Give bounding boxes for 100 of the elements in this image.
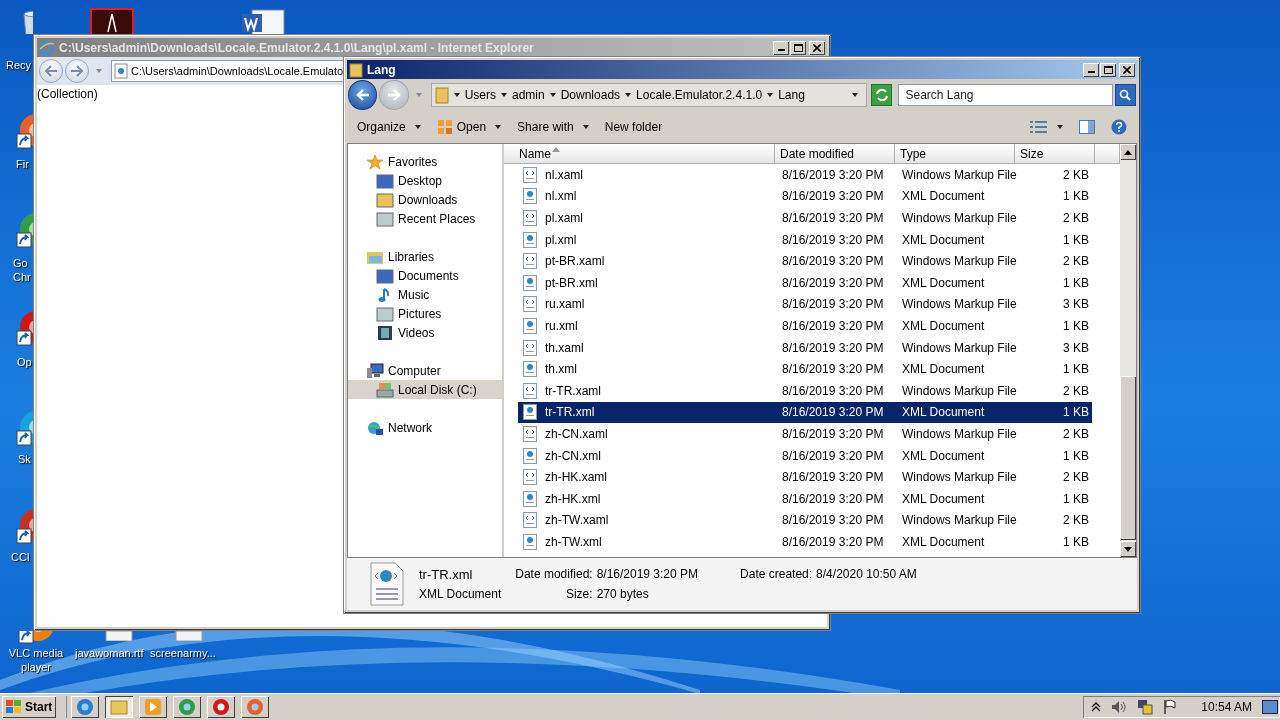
file-row[interactable]: zh-CN.xaml 8/16/2019 3:20 PM Windows Markup File 2 KB — [518, 423, 1092, 445]
chevron-up-icon[interactable] — [1091, 702, 1102, 712]
close-button[interactable] — [1119, 62, 1135, 77]
caret-icon[interactable] — [453, 93, 460, 97]
column-header[interactable]: Size — [1015, 144, 1095, 164]
file-row[interactable]: zh-TW.xml 8/16/2019 3:20 PM XML Document 1 KB — [518, 531, 1092, 553]
column-header[interactable]: Type — [895, 144, 1015, 164]
nav-item[interactable]: Videos — [348, 323, 502, 342]
caret-icon[interactable] — [625, 93, 632, 97]
show-desktop-button[interactable] — [1262, 700, 1278, 714]
nav-item[interactable]: Downloads — [348, 190, 502, 209]
caret-icon[interactable] — [501, 93, 507, 97]
nav-item[interactable]: Recent Places — [348, 209, 502, 228]
breadcrumb-item[interactable]: admin — [512, 88, 545, 102]
taskbar-app-button[interactable] — [207, 696, 236, 718]
date-cell-text: 8/16/2019 3:20 PM — [781, 470, 885, 485]
scroll-down-icon[interactable] — [1120, 541, 1136, 557]
taskbar-app-button[interactable] — [241, 696, 270, 718]
folder-icon — [376, 210, 394, 227]
scroll-thumb[interactable] — [1120, 376, 1136, 540]
file-row[interactable]: zh-HK.xml 8/16/2019 3:20 PM XML Document 1 KB — [518, 487, 1092, 510]
speaker-icon[interactable] — [1111, 700, 1128, 714]
folder-icon — [376, 172, 394, 189]
file-row[interactable]: pl.xaml 8/16/2019 3:20 PM Windows Markup File 2 KB — [518, 207, 1092, 229]
file-row[interactable]: pl.xml 8/16/2019 3:20 PM XML Document 1 KB — [518, 228, 1092, 251]
breadcrumb-item[interactable]: Locale.Emulator.2.4.1.0 — [636, 88, 763, 102]
search-button[interactable] — [1114, 84, 1136, 106]
breadcrumb-item[interactable]: Users — [464, 88, 496, 102]
sort-arrow-icon — [552, 147, 560, 152]
caret-icon[interactable] — [549, 93, 556, 97]
forward-arrow-icon — [70, 65, 84, 77]
scrollbar[interactable] — [1120, 144, 1136, 557]
column-header[interactable]: Date modified — [775, 144, 895, 164]
type-cell-text: Windows Markup File — [901, 167, 1018, 182]
file-row[interactable]: th.xaml 8/16/2019 3:20 PM Windows Markup File 3 KB — [518, 336, 1092, 359]
size-cell-text: 1 KB — [1062, 405, 1090, 420]
taskbar-app-button[interactable] — [139, 696, 168, 718]
nav-item[interactable]: Documents — [348, 266, 502, 285]
file-row[interactable]: ru.xml 8/16/2019 3:20 PM XML Document 1 KB — [518, 315, 1092, 337]
file-row[interactable]: nl.xml 8/16/2019 3:20 PM XML Document 1 KB — [518, 185, 1092, 208]
size-cell-text: 3 KB — [1062, 340, 1090, 355]
toolbar-button[interactable]: Share with — [511, 117, 595, 137]
back-arrow-icon — [44, 65, 58, 77]
type-cell-text: Windows Markup File — [901, 470, 1018, 485]
file-row[interactable]: pt-BR.xml 8/16/2019 3:20 PM XML Document 1 KB — [518, 271, 1092, 294]
refresh-button[interactable] — [870, 84, 893, 106]
file-row[interactable]: zh-TW.xaml 8/16/2019 3:20 PM Windows Markup File 2 KB — [518, 509, 1092, 532]
column-header[interactable]: Name — [504, 144, 775, 164]
breadcrumb-bar[interactable]: Users admin Downloads Locale.Emulator.2.4.1.0 Lang — [430, 83, 867, 107]
file-name-cell: pt-BR.xml — [518, 274, 780, 291]
size-cell-text: 2 KB — [1062, 426, 1090, 441]
clock[interactable]: 10:54 AM — [1201, 700, 1252, 714]
taskbar-app-button[interactable] — [71, 696, 100, 718]
minimize-icon — [1087, 71, 1095, 73]
file-row[interactable]: tr-TR.xml 8/16/2019 3:20 PM XML Document 1 KB — [518, 401, 1092, 424]
detail-value: 8/4/2020 10:50 AM — [816, 567, 917, 582]
nav-group[interactable]: Computer — [348, 361, 502, 380]
file-row[interactable]: tr-TR.xaml 8/16/2019 3:20 PM Windows Markup File 2 KB — [518, 379, 1092, 402]
caret-icon[interactable] — [851, 93, 858, 97]
breadcrumb-item[interactable]: Lang — [778, 88, 805, 102]
type-cell-text: Windows Markup File — [901, 211, 1018, 225]
minimize-button[interactable] — [1083, 62, 1099, 77]
nav-group[interactable]: Libraries — [348, 247, 502, 266]
file-name-cell: zh-TW.xaml — [518, 512, 780, 529]
flag-icon[interactable] — [1163, 699, 1178, 715]
file-row[interactable]: zh-HK.xaml 8/16/2019 3:20 PM Windows Markup File 2 KB — [518, 466, 1092, 488]
back-button[interactable] — [348, 80, 378, 110]
nav-item[interactable]: Desktop — [348, 171, 502, 190]
start-button[interactable]: Start — [2, 696, 57, 718]
taskbar-app-button[interactable] — [173, 696, 202, 718]
search-field[interactable]: Search Lang — [898, 84, 1113, 106]
nav-item[interactable]: Music — [348, 285, 502, 304]
nav-item[interactable]: Pictures — [348, 304, 502, 323]
file-name-cell: nl.xaml — [518, 166, 780, 183]
list-view-icon — [1030, 121, 1048, 133]
scroll-up-icon[interactable] — [1120, 144, 1136, 160]
toolbar-button[interactable]: Organize — [351, 117, 427, 137]
date-cell-text: 8/16/2019 3:20 PM — [781, 534, 885, 549]
file-row[interactable]: th.xml 8/16/2019 3:20 PM XML Document 1 KB — [518, 358, 1092, 380]
document-shortcut-icon[interactable] — [240, 8, 286, 34]
file-row[interactable]: zh-CN.xml 8/16/2019 3:20 PM XML Document 1 KB — [518, 444, 1092, 467]
network-icon[interactable] — [1137, 699, 1154, 715]
forward-button[interactable] — [65, 59, 89, 83]
size-cell-text: 2 KB — [1062, 470, 1090, 485]
nav-group[interactable]: Favorites — [348, 152, 502, 171]
toolbar-button[interactable]: New folder — [598, 117, 669, 137]
maximize-button[interactable] — [1100, 62, 1116, 77]
nav-item[interactable]: Local Disk (C:) — [348, 380, 502, 399]
markup-file-icon — [523, 253, 537, 270]
nav-group[interactable]: Network — [348, 418, 502, 437]
pdf-shortcut-icon[interactable] — [90, 8, 134, 34]
minimize-icon — [777, 49, 785, 51]
file-row[interactable]: nl.xaml 8/16/2019 3:20 PM Windows Markup File 2 KB — [518, 164, 1092, 186]
file-name-cell: th.xml — [518, 361, 780, 378]
breadcrumb-item[interactable]: Downloads — [560, 88, 621, 102]
toolbar-button[interactable]: Open — [430, 116, 508, 138]
taskbar-app-button[interactable] — [105, 696, 134, 718]
file-row[interactable]: pt-BR.xaml 8/16/2019 3:20 PM Windows Markup File 2 KB — [518, 250, 1092, 272]
file-row[interactable]: ru.xaml 8/16/2019 3:20 PM Windows Markup File 3 KB — [518, 293, 1092, 316]
caret-icon[interactable] — [767, 93, 774, 97]
